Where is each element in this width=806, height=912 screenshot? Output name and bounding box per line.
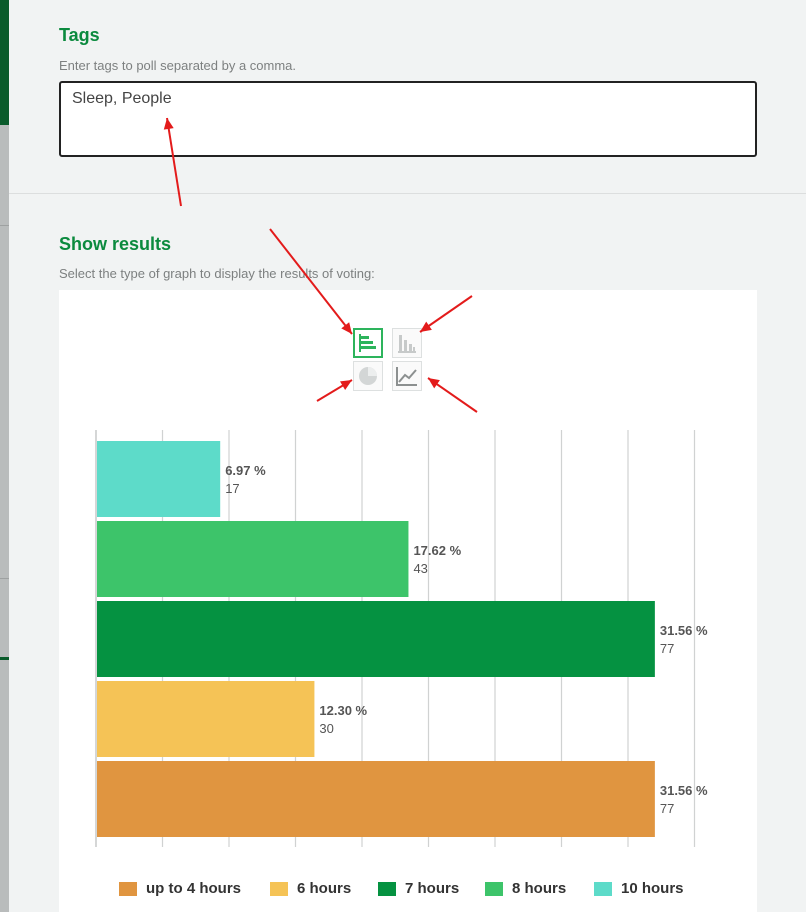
legend-label: 7 hours <box>405 880 460 897</box>
legend-swatch <box>270 881 288 896</box>
tags-input-value: Sleep, People <box>72 90 172 107</box>
legend-swatch <box>378 881 396 896</box>
results-chart-card: 6.97 % 17 17.62 % 43 31.56 % 77 12.30 % 30 31.56… <box>59 290 757 912</box>
bar-percent-label: 31.56 % <box>660 783 708 798</box>
bar-count-label: 77 <box>660 641 674 656</box>
bar-percent-label: 31.56 % <box>660 623 708 638</box>
background-app-header <box>0 0 9 125</box>
chart-legend: up to 4 hours 6 hours 7 hours 8 hours 10 hou… <box>59 880 757 902</box>
legend-swatch <box>485 881 503 896</box>
tags-hint: Enter tags to poll separated by a comma. <box>59 58 297 73</box>
bar-percent-label: 12.30 % <box>319 703 367 718</box>
legend-swatch <box>594 881 612 896</box>
legend-label: 8 hours <box>512 880 567 897</box>
background-divider <box>0 578 9 579</box>
results-bar-chart: 6.97 % 17 17.62 % 43 31.56 % 77 12.30 % 30 31.56… <box>95 430 708 847</box>
section-divider <box>9 193 806 194</box>
bar-count-label: 77 <box>660 801 674 816</box>
tags-title: Tags <box>59 25 100 45</box>
bar-percent-label: 6.97 % <box>225 463 266 478</box>
bar-count-label: 30 <box>319 721 333 736</box>
legend-item[interactable]: 7 hours <box>378 880 459 897</box>
background-divider <box>0 225 9 226</box>
legend-label: up to 4 hours <box>146 880 241 897</box>
chart-bar[interactable] <box>97 601 655 677</box>
legend-item[interactable]: 10 hours <box>594 880 684 897</box>
legend-swatch <box>119 881 137 896</box>
legend-item[interactable]: 8 hours <box>485 880 566 897</box>
show-results-title: Show results <box>59 234 172 254</box>
bar-count-label: 43 <box>413 561 427 576</box>
background-app-edge <box>0 0 9 912</box>
tags-input[interactable]: Sleep, People <box>59 81 757 157</box>
chart-bar[interactable] <box>97 521 409 597</box>
chart-bar[interactable] <box>97 681 315 757</box>
background-accent-line <box>0 657 9 660</box>
chart-bar[interactable] <box>97 761 655 837</box>
chart-bar[interactable] <box>97 441 221 517</box>
legend-label: 10 hours <box>621 880 684 897</box>
show-results-hint: Select the type of graph to display the … <box>59 266 375 281</box>
legend-label: 6 hours <box>297 880 352 897</box>
legend-item[interactable]: 6 hours <box>270 880 351 897</box>
bar-count-label: 17 <box>225 481 239 496</box>
bar-percent-label: 17.62 % <box>413 543 461 558</box>
legend-item[interactable]: up to 4 hours <box>119 880 241 897</box>
